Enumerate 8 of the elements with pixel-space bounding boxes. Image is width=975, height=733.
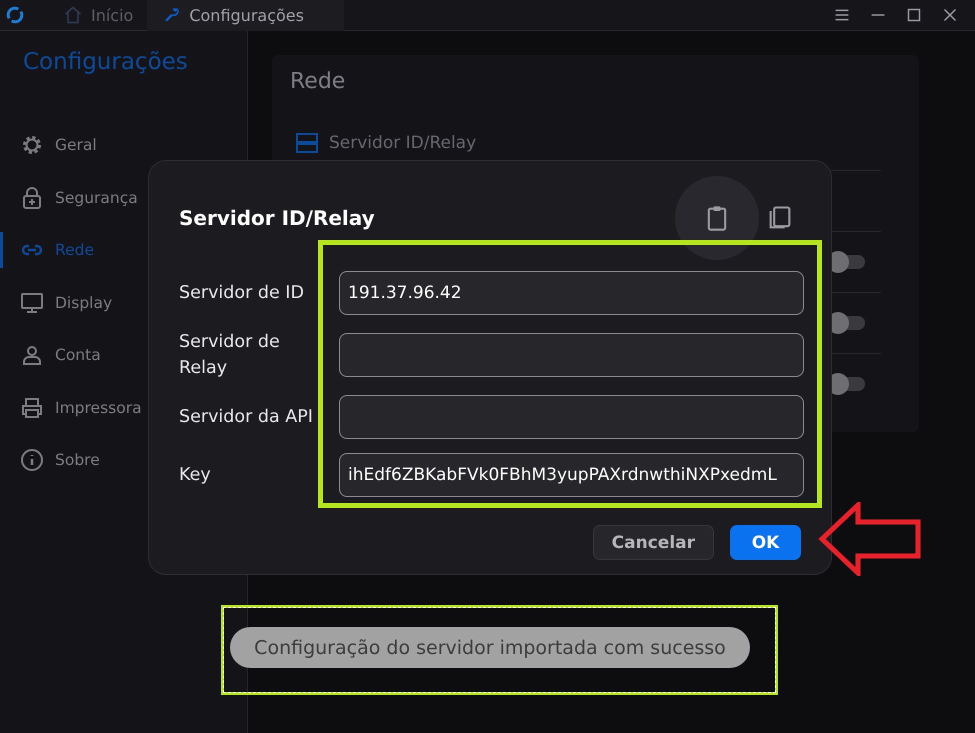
sidebar-title: Configurações: [23, 49, 189, 77]
toast-message: Configuração do servidor importada com sucesso: [230, 627, 750, 668]
field-label: Key: [179, 464, 212, 487]
field-label: Servidor da API: [179, 406, 314, 429]
card-title: Rede: [290, 69, 346, 94]
field-label: Servidor de ID: [179, 282, 305, 305]
field-label: Servidor de Relay: [179, 331, 281, 380]
card-item-label: Servidor ID/Relay: [329, 133, 476, 153]
